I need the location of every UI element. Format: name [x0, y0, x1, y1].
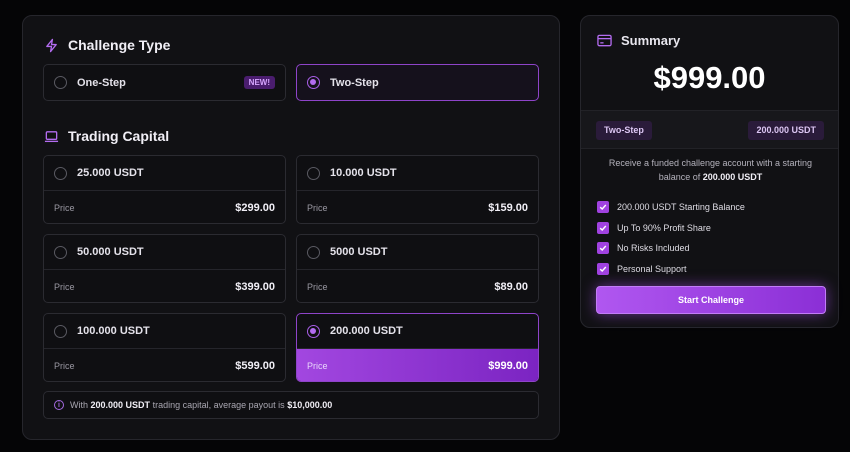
capital-chip: 200.000 USDT — [748, 121, 824, 140]
feature-list: 200.000 USDT Starting Balance Up To 90% … — [597, 197, 745, 279]
price-value: $999.00 — [488, 359, 528, 372]
option-label: One-Step — [77, 76, 126, 89]
capital-label: 25.000 USDT — [77, 167, 144, 179]
summary-description: Receive a funded challenge account with … — [595, 157, 826, 184]
capital-option-header: 25.000 USDT — [44, 156, 285, 191]
new-badge: NEW! — [243, 76, 275, 89]
radio-25000[interactable] — [54, 166, 67, 180]
radio-5000[interactable] — [307, 245, 320, 259]
capital-option-25000[interactable]: 25.000 USDT Price $299.00 — [43, 155, 286, 224]
summary-title: Summary — [621, 33, 681, 48]
price-value: $399.00 — [235, 280, 275, 293]
trading-capital-title: Trading Capital — [68, 128, 170, 144]
price-label: Price — [54, 360, 75, 371]
price-value: $89.00 — [494, 280, 528, 293]
capital-price-row: Price $599.00 — [44, 349, 285, 381]
capital-option-header: 50.000 USDT — [44, 235, 285, 270]
capital-option-5000[interactable]: 5000 USDT Price $89.00 — [296, 234, 539, 303]
challenge-type-chip: Two-Step — [596, 121, 652, 140]
checkbox-checked-icon — [597, 221, 609, 234]
price-label: Price — [307, 360, 328, 371]
feature-label: 200.000 USDT Starting Balance — [617, 202, 745, 213]
checkbox-checked-icon — [597, 262, 609, 275]
info-payout: $10,000.00 — [287, 400, 333, 410]
capital-label: 200.000 USDT — [330, 325, 403, 337]
capital-option-50000[interactable]: 50.000 USDT Price $399.00 — [43, 234, 286, 303]
feature-item: Personal Support — [597, 259, 745, 280]
payout-info-bar: i With 200.000 USDT trading capital, ave… — [43, 391, 539, 419]
capital-option-200000[interactable]: 200.000 USDT Price $999.00 — [296, 313, 539, 382]
card-icon — [597, 34, 612, 47]
info-capital: 200.000 USDT — [90, 400, 151, 410]
info-icon: i — [54, 400, 64, 410]
capital-label: 50.000 USDT — [77, 246, 144, 258]
feature-item: 200.000 USDT Starting Balance — [597, 197, 745, 218]
radio-200000[interactable] — [307, 324, 320, 338]
challenge-option-one-step[interactable]: One-Step NEW! — [43, 64, 286, 101]
radio-10000[interactable] — [307, 166, 320, 180]
capital-label: 100.000 USDT — [77, 325, 150, 337]
capital-price-row: Price $159.00 — [297, 191, 538, 223]
summary-desc-value: 200.000 USDT — [702, 171, 763, 182]
capital-price-row: Price $89.00 — [297, 270, 538, 302]
capital-option-header: 10.000 USDT — [297, 156, 538, 191]
capital-option-header: 200.000 USDT — [297, 314, 538, 349]
feature-label: No Risks Included — [617, 243, 690, 254]
capital-option-10000[interactable]: 10.000 USDT Price $159.00 — [296, 155, 539, 224]
checkbox-checked-icon — [597, 201, 609, 214]
feature-label: Personal Support — [617, 263, 687, 274]
feature-label: Up To 90% Profit Share — [617, 222, 711, 233]
configuration-panel: Challenge Type One-Step NEW! Two-Step Tr… — [22, 15, 560, 440]
price-value: $159.00 — [488, 201, 528, 214]
price-value: $299.00 — [235, 201, 275, 214]
price-label: Price — [54, 202, 75, 213]
challenge-type-title: Challenge Type — [68, 37, 171, 53]
start-challenge-button[interactable]: Start Challenge — [596, 286, 826, 314]
radio-50000[interactable] — [54, 245, 67, 259]
capital-option-header: 100.000 USDT — [44, 314, 285, 349]
info-middle: trading capital, average payout is — [152, 400, 285, 410]
radio-two-step[interactable] — [307, 76, 320, 89]
price-value: $599.00 — [235, 359, 275, 372]
summary-price: $999.00 — [653, 60, 766, 95]
challenge-option-two-step[interactable]: Two-Step — [296, 64, 539, 101]
checkbox-checked-icon — [597, 242, 609, 255]
radio-one-step[interactable] — [54, 76, 67, 89]
price-label: Price — [307, 281, 328, 292]
lightning-icon — [46, 38, 57, 52]
capital-price-row: Price $399.00 — [44, 270, 285, 302]
info-prefix: With — [70, 400, 88, 410]
option-label: Two-Step — [330, 76, 379, 89]
radio-100000[interactable] — [54, 324, 67, 338]
price-label: Price — [307, 202, 328, 213]
summary-panel: Summary $999.00 Two-Step 200.000 USDT Re… — [580, 15, 839, 328]
capital-price-row: Price $999.00 — [297, 349, 538, 381]
challenge-type-heading: Challenge Type — [44, 37, 170, 53]
capital-label: 10.000 USDT — [330, 167, 397, 179]
price-label: Price — [54, 281, 75, 292]
capital-price-row: Price $299.00 — [44, 191, 285, 223]
capital-label: 5000 USDT — [330, 246, 388, 258]
capital-option-header: 5000 USDT — [297, 235, 538, 270]
feature-item: Up To 90% Profit Share — [597, 218, 745, 239]
feature-item: No Risks Included — [597, 238, 745, 259]
laptop-icon — [44, 130, 59, 142]
trading-capital-heading: Trading Capital — [44, 128, 169, 144]
summary-heading: Summary — [597, 33, 680, 48]
capital-option-100000[interactable]: 100.000 USDT Price $599.00 — [43, 313, 286, 382]
